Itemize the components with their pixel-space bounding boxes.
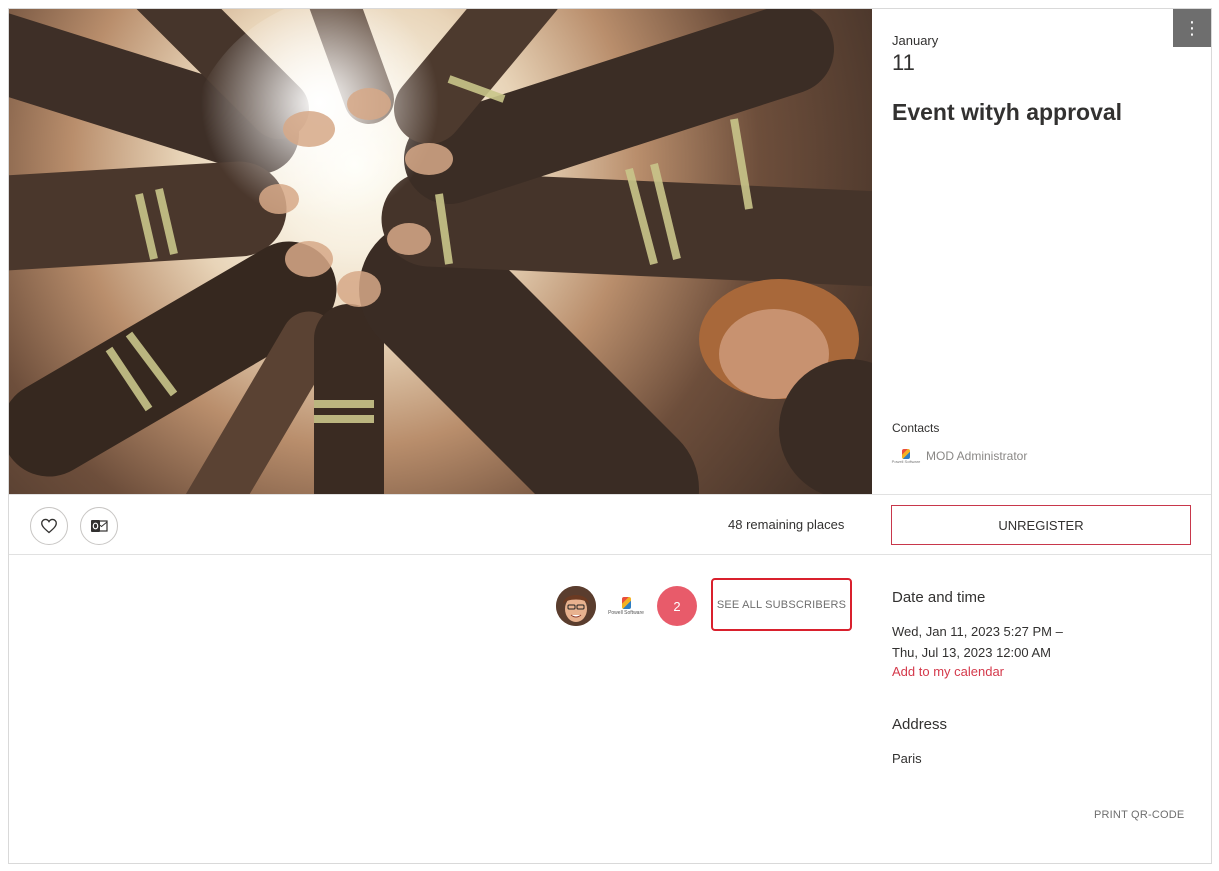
heart-icon [41,518,57,534]
date-time-heading: Date and time [892,589,986,606]
action-bar: 48 remaining places UNREGISTER [9,494,1211,555]
like-button[interactable] [30,507,68,545]
hero-illustration [9,9,872,494]
powell-logo-icon: Powell Software [892,447,920,465]
event-hero-image [9,9,872,494]
subscriber-count-badge[interactable]: 2 [657,586,697,626]
more-vertical-icon: ⋮ [1183,18,1201,38]
remaining-places: 48 remaining places [728,517,845,532]
event-info-panel: ⋮ January 11 Event wityh approval Contac… [872,9,1211,494]
see-all-subscribers-button[interactable]: SEE ALL SUBSCRIBERS [711,578,852,631]
more-options-button[interactable]: ⋮ [1173,9,1211,47]
outlook-button[interactable] [80,507,118,545]
outlook-icon [91,520,108,532]
unregister-button[interactable]: UNREGISTER [891,505,1191,545]
subscriber-avatar[interactable] [556,586,596,626]
contact-item[interactable]: Powell Software MOD Administrator [892,447,1027,465]
address-value: Paris [892,751,922,766]
event-month: January [892,33,939,48]
date-end: Thu, Jul 13, 2023 12:00 AM [892,645,1051,660]
event-card: ⋮ January 11 Event wityh approval Contac… [8,8,1212,864]
address-heading: Address [892,716,948,733]
add-to-calendar-link[interactable]: Add to my calendar [892,664,1004,679]
subscriber-avatar-logo[interactable]: Powell Software [606,586,646,626]
contact-name: MOD Administrator [926,449,1028,463]
avatar-photo-image [556,586,596,626]
print-qr-code-button[interactable]: PRINT QR-CODE [1094,809,1184,821]
powell-logo-icon [621,596,631,609]
event-day: 11 [892,50,915,75]
contacts-label: Contacts [892,421,940,435]
date-start: Wed, Jan 11, 2023 5:27 PM – [892,624,1063,639]
event-title: Event wityh approval [892,99,1123,125]
